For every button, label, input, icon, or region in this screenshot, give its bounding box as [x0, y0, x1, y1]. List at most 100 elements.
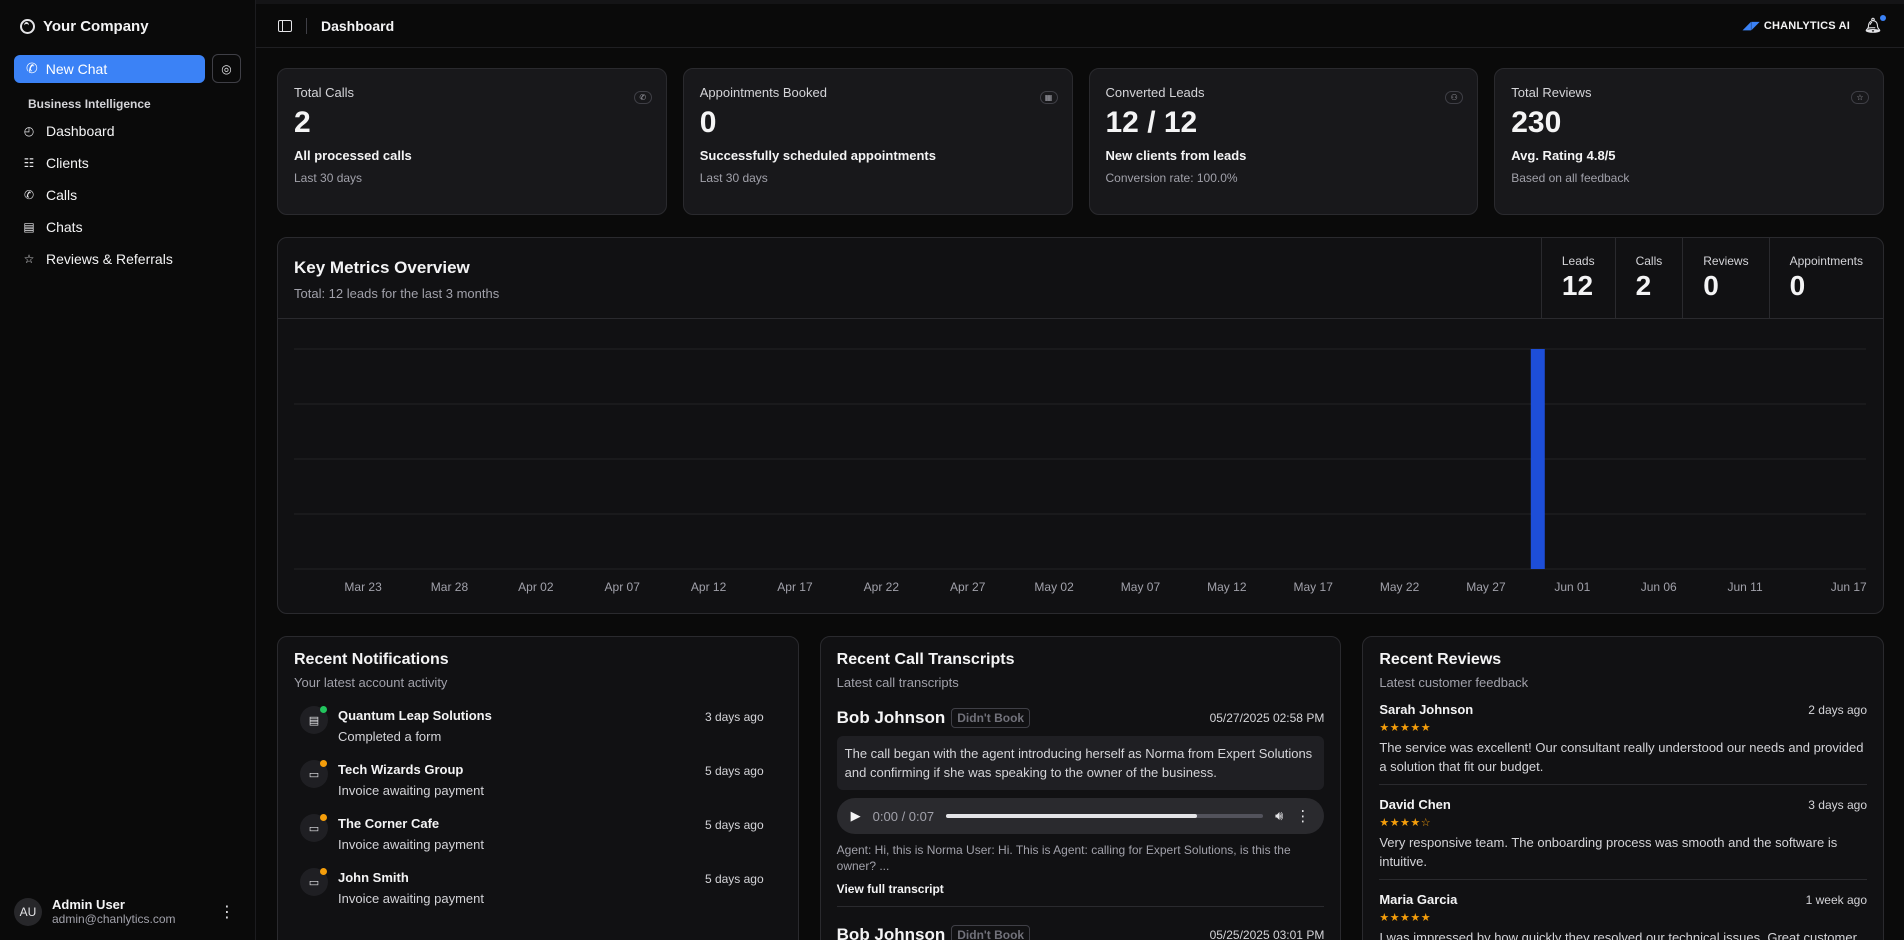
call-summary: The call began with the agent introducin… [836, 736, 1325, 790]
notification-time: 5 days ago [704, 872, 764, 886]
sidebar: Your Company ✆ New Chat ◎ Business Intel… [0, 0, 256, 940]
brand-logo: ◢◤ CHANLYTICS AI [1743, 19, 1850, 32]
call-date: 05/25/2025 03:01 PM [1209, 928, 1325, 940]
user-profile[interactable]: AU Admin User admin@chanlytics.com ⋮ [14, 897, 241, 926]
card-icon: ▭ [300, 868, 328, 896]
kpi-value: 2 [1635, 270, 1652, 301]
metrics-subtitle: Total: 12 leads for the last 3 months [294, 286, 500, 301]
notification-name: John Smith [338, 870, 409, 885]
company-logo-icon [20, 18, 35, 34]
volume-icon[interactable]: 🔊︎ [1275, 808, 1283, 824]
new-chat-button[interactable]: ✆ New Chat [14, 54, 205, 83]
card-subtitle: Avg. Rating 4.8/5 [1511, 148, 1616, 163]
notification-item[interactable]: ▤ Quantum Leap Solutions Completed a form… [294, 706, 782, 744]
notification-body: Tech Wizards Group Invoice awaiting payme… [338, 760, 695, 798]
call-item: Bob Johnson Didn't Book 05/27/2025 02:58… [836, 708, 1325, 907]
top-right: ◢◤ CHANLYTICS AI 🔔︎ [1743, 15, 1886, 34]
review-item: Maria Garcia 1 week ago ★★★★★ I was impre… [1379, 892, 1867, 940]
notification-dot [1880, 15, 1886, 21]
star-rating: ★★★★☆ [1379, 817, 1432, 829]
more-vertical-icon[interactable]: ⋮ [1295, 807, 1310, 825]
call-name: Bob Johnson [836, 708, 946, 727]
sidebar-item-calls[interactable]: ✆ Calls [14, 179, 241, 211]
x-tick-label: Apr 07 [605, 580, 641, 594]
notification-time: 3 days ago [704, 710, 764, 724]
list-icon: ☷ [23, 156, 35, 170]
audio-seek-bar[interactable] [946, 814, 1264, 818]
card-icon: ▭ [300, 760, 328, 788]
kpi-calls[interactable]: Calls 2 [1614, 238, 1683, 318]
card-subtitle: New clients from leads [1105, 148, 1247, 163]
stat-cards: Total Calls ✆ 2 All processed calls Last… [277, 68, 1884, 215]
review-time: 2 days ago [1808, 702, 1867, 717]
kpi-label: Calls [1635, 254, 1663, 268]
sidebar-item-dashboard[interactable]: ◴ Dashboard [14, 115, 241, 147]
sidebar-item-chats[interactable]: ▤ Chats [14, 211, 241, 243]
avatar: AU [14, 897, 42, 926]
calendar-icon: ▦ [1039, 91, 1058, 104]
leads-bar-chart: Mar 23 Mar 28 Apr 02 Apr 07 Apr 12 Apr 17 Apr … [278, 319, 1883, 613]
notification-item[interactable]: ▭ Tech Wizards Group Invoice awaiting pay… [294, 760, 782, 798]
notification-desc: Invoice awaiting payment [338, 891, 484, 906]
panel-title: Recent Notifications [294, 651, 449, 668]
reviewer-name: Maria Garcia [1379, 892, 1458, 907]
notification-body: John Smith Invoice awaiting payment [338, 868, 695, 906]
x-tick-label: Jun 01 [1554, 580, 1590, 594]
review-header: David Chen 3 days ago [1379, 797, 1867, 812]
x-tick-label: May 22 [1380, 580, 1420, 594]
x-tick-label: Apr 27 [950, 580, 986, 594]
chanlytics-logo-icon: ◢◤ [1742, 20, 1760, 32]
play-icon[interactable]: ▶ [851, 808, 861, 824]
x-tick-label: May 02 [1034, 580, 1074, 594]
notification-item[interactable]: ▭ The Corner Cafe Invoice awaiting paymen… [294, 814, 782, 852]
x-tick-label: Apr 17 [777, 580, 813, 594]
review-text: I was impressed by how quickly they reso… [1379, 930, 1857, 940]
kpi-value: 12 [1561, 270, 1594, 301]
x-tick-label: Apr 02 [518, 580, 554, 594]
brand[interactable]: Your Company [14, 0, 241, 52]
kpi-reviews[interactable]: Reviews 0 [1682, 238, 1768, 318]
review-header: Sarah Johnson 2 days ago [1379, 702, 1867, 717]
card-note: Last 30 days [294, 171, 363, 185]
card-title: Total Calls [294, 85, 354, 100]
recent-call-transcripts-panel: Recent Call Transcripts Latest call tran… [819, 636, 1342, 940]
kpi-label: Reviews [1703, 254, 1749, 268]
status-dot [320, 760, 327, 767]
card-note: Last 30 days [699, 171, 768, 185]
x-tick-label: May 17 [1294, 580, 1334, 594]
whatsapp-button[interactable]: ◎ [212, 54, 241, 83]
metrics-title-wrap: Key Metrics Overview Total: 12 leads for… [278, 238, 1541, 318]
sidebar-item-label: Dashboard [46, 123, 115, 139]
kpi-appointments[interactable]: Appointments 0 [1768, 238, 1883, 318]
phone-icon: ✆ [26, 60, 38, 76]
sidebar-toggle-icon[interactable] [278, 19, 292, 32]
notification-body: The Corner Cafe Invoice awaiting payment [338, 814, 695, 852]
notification-body: Quantum Leap Solutions Completed a form [338, 706, 695, 744]
sidebar-item-reviews[interactable]: ☆ Reviews & Referrals [14, 243, 241, 275]
sidebar-item-label: Clients [46, 155, 89, 171]
status-dot [320, 814, 327, 821]
review-text: Very responsive team. The onboarding pro… [1379, 835, 1838, 869]
x-tick-label: Apr 12 [691, 580, 727, 594]
stat-card-converted-leads: Converted Leads ⚇ 12 / 12 New clients fr… [1088, 68, 1479, 215]
view-transcript-link[interactable]: View full transcript [837, 882, 1325, 896]
main: Dashboard ◢◤ CHANLYTICS AI 🔔︎ Total Calls… [256, 0, 1904, 940]
card-value: 0 [699, 106, 717, 139]
panel-subtitle: Latest customer feedback [1379, 675, 1529, 690]
leads-bar[interactable] [1530, 349, 1545, 569]
sidebar-item-clients[interactable]: ☷ Clients [14, 147, 241, 179]
bell-icon[interactable]: 🔔︎ [1864, 15, 1886, 34]
notification-item[interactable]: ▭ John Smith Invoice awaiting payment 5 d… [294, 868, 782, 906]
notification-desc: Completed a form [338, 729, 442, 744]
sidebar-item-label: Calls [46, 187, 78, 203]
call-header: Bob Johnson Didn't Book 05/25/2025 03:01… [837, 925, 1325, 940]
card-value: 2 [294, 106, 311, 139]
call-snippet: Agent: Hi, this is Norma User: Hi. This … [836, 843, 1291, 873]
review-time: 1 week ago [1805, 892, 1867, 907]
star-icon: ☆ [1851, 91, 1869, 104]
divider [836, 906, 1325, 907]
more-vertical-icon[interactable]: ⋮ [219, 902, 241, 922]
call-header: Bob Johnson Didn't Book 05/27/2025 02:58… [836, 708, 1324, 728]
sidebar-item-label: Reviews & Referrals [46, 251, 173, 267]
kpi-leads[interactable]: Leads 12 [1540, 238, 1615, 318]
